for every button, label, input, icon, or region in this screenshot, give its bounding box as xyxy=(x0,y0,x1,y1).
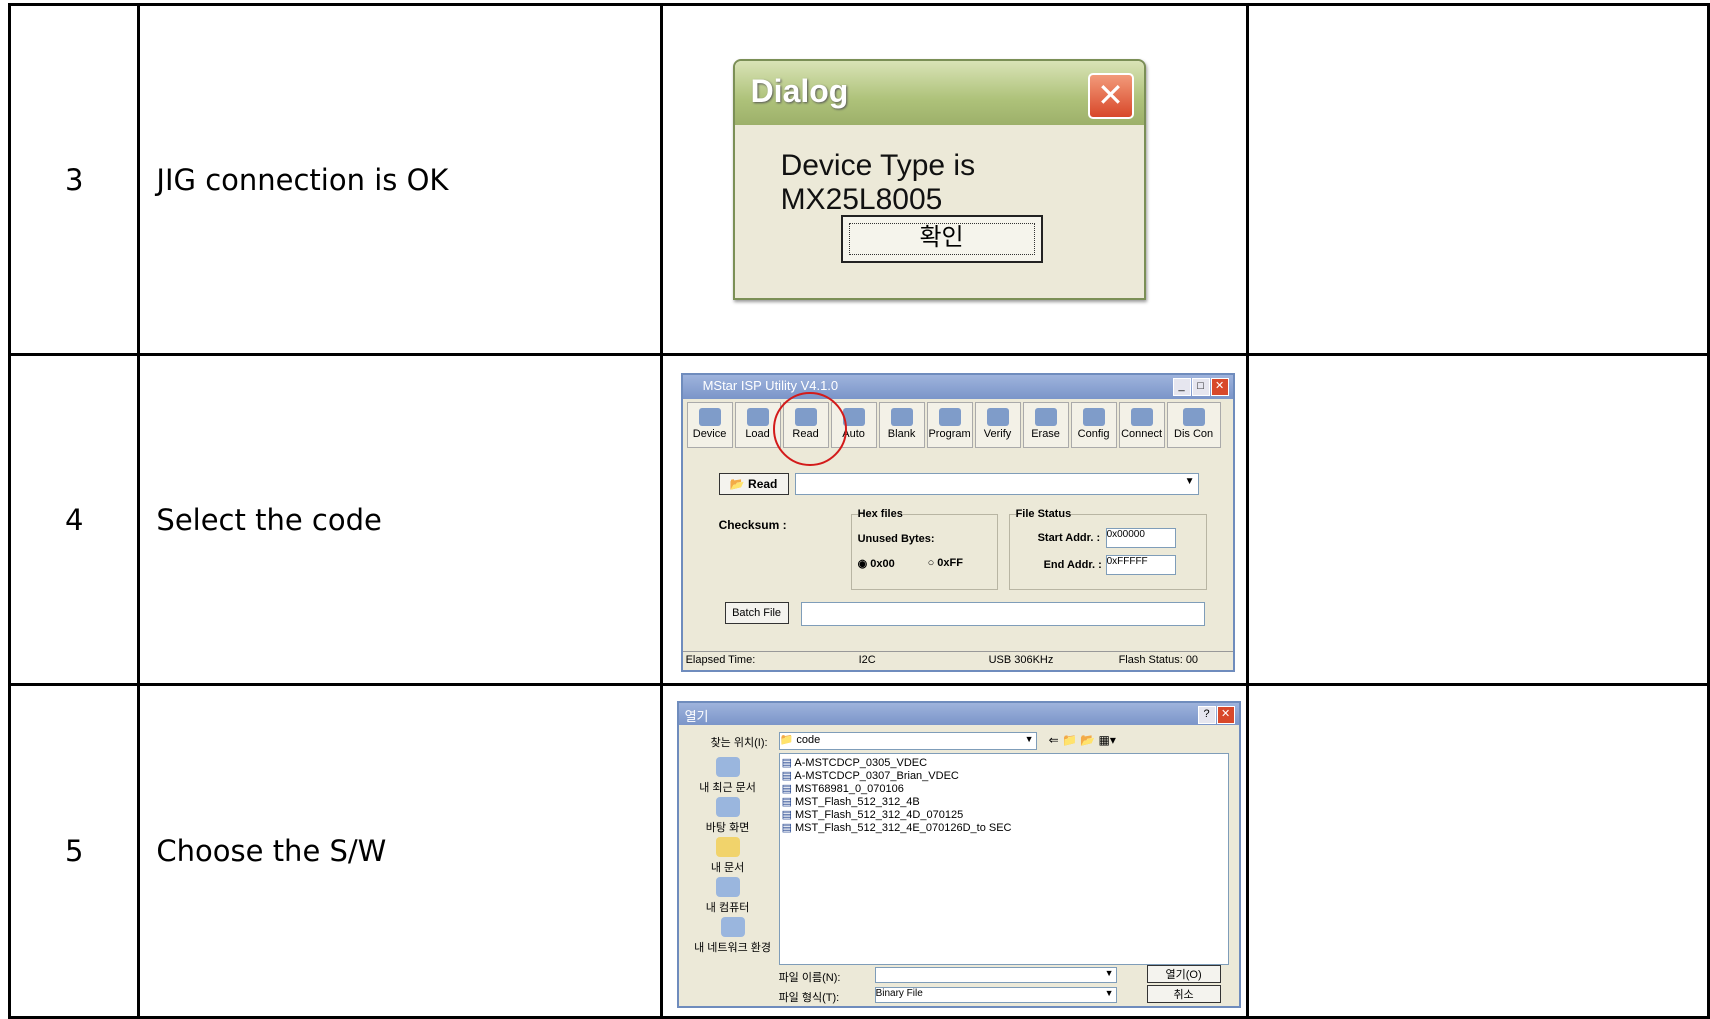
tool-config-button[interactable]: Config xyxy=(1070,402,1117,448)
flash-status: Flash Status: 00 xyxy=(1118,654,1199,666)
file-status-group: File Status Start Addr. : 0x00000 End Ad… xyxy=(1008,508,1207,590)
table-row: 4 Select the code MStar ISP Utility V4.1… xyxy=(7,353,1710,686)
highlight-circle xyxy=(772,392,847,466)
desktop-icon xyxy=(715,797,740,817)
erase-icon xyxy=(1034,408,1057,426)
notes-cell xyxy=(1246,353,1710,686)
batch-file-field[interactable] xyxy=(800,602,1205,626)
filename-label: 파일 이름(N): xyxy=(778,972,841,984)
close-icon[interactable]: ✕ xyxy=(1087,73,1134,119)
isp-title: MStar ISP Utility V4.1.0 xyxy=(702,378,839,393)
help-icon[interactable]: ? xyxy=(1197,706,1216,724)
read-button[interactable]: 📂 Read xyxy=(718,473,789,495)
sidebar-desktop[interactable]: 바탕 화면 xyxy=(683,797,773,835)
hex-files-label: Hex files xyxy=(857,508,903,520)
device-type-dialog: Dialog ✕ Device Type is MX25L8005 확인 xyxy=(732,59,1146,300)
file-status-label: File Status xyxy=(1015,508,1072,520)
unused-bytes-label: Unused Bytes: xyxy=(857,533,935,545)
checksum-label: Checksum : xyxy=(718,518,787,532)
start-addr-field[interactable]: 0x00000 xyxy=(1105,528,1176,548)
table-row: 5 Choose the S/W 열기 ? ✕ 찾는 위치(I): 📁 code… xyxy=(7,683,1710,1019)
filename-field[interactable]: ▼ xyxy=(874,967,1117,983)
step-description: Select the code xyxy=(137,353,663,686)
file-open-titlebar: 열기 ? ✕ xyxy=(678,703,1239,725)
steps-table: 3 JIG connection is OK Dialog ✕ Device T… xyxy=(7,3,1710,1019)
close-icon[interactable]: ✕ xyxy=(1216,706,1235,724)
sidebar-documents[interactable]: 내 문서 xyxy=(683,837,773,875)
verify-icon xyxy=(986,408,1009,426)
filetype-label: 파일 형식(T): xyxy=(778,992,840,1004)
tool-blank-button[interactable]: Blank xyxy=(878,402,925,448)
table-row: 3 JIG connection is OK Dialog ✕ Device T… xyxy=(7,3,1710,356)
load-icon xyxy=(746,408,769,426)
recent-icon xyxy=(715,757,740,777)
step-description: JIG connection is OK xyxy=(137,3,663,356)
tool-connect-button[interactable]: Connect xyxy=(1118,402,1165,448)
list-item[interactable]: MST_Flash_512_312_4D_070125 xyxy=(782,808,1226,821)
hex-files-group: Hex files Unused Bytes: ◉ 0x00 ○ 0xFF xyxy=(850,508,998,590)
tool-erase-button[interactable]: Erase xyxy=(1022,402,1069,448)
read-file-select[interactable]: ▼ xyxy=(794,473,1199,495)
close-icon[interactable]: ✕ xyxy=(1210,378,1229,396)
tool-device-button[interactable]: Device xyxy=(686,402,733,448)
sidebar-network[interactable]: 내 네트워크 환경 xyxy=(683,917,783,955)
end-addr-field[interactable]: 0xFFFFF xyxy=(1105,555,1176,575)
file-open-title: 열기 xyxy=(684,709,709,724)
radio-0xff[interactable]: ○ 0xFF xyxy=(928,557,963,569)
file-list[interactable]: A-MSTCDCP_0305_VDEC A-MSTCDCP_0307_Brian… xyxy=(778,753,1229,965)
batch-file-button[interactable]: Batch File xyxy=(724,602,789,624)
list-item[interactable]: A-MSTCDCP_0305_VDEC xyxy=(782,756,1226,769)
isp-utility-window: MStar ISP Utility V4.1.0 _ □ ✕ Device Lo… xyxy=(680,373,1235,672)
tool-verify-button[interactable]: Verify xyxy=(974,402,1021,448)
start-addr-label: Start Addr. : xyxy=(1037,532,1101,544)
folder-nav-icons[interactable]: ⇐ 📁 📂 ▦▾ xyxy=(1049,733,1116,747)
cancel-button[interactable]: 취소 xyxy=(1146,985,1221,1003)
screenshot-cell: 열기 ? ✕ 찾는 위치(I): 📁 code ▼ ⇐ 📁 📂 ▦▾ 내 최근 문… xyxy=(659,683,1250,1019)
blank-icon xyxy=(890,408,913,426)
maximize-icon[interactable]: □ xyxy=(1191,378,1210,396)
filetype-select[interactable]: Binary File ▼ xyxy=(874,987,1117,1003)
tool-program-button[interactable]: Program xyxy=(926,402,973,448)
step-description: Choose the S/W xyxy=(137,683,663,1019)
end-addr-label: End Addr. : xyxy=(1043,559,1102,571)
dialog-message: Device Type is MX25L8005 xyxy=(780,149,976,216)
list-item[interactable]: MST68981_0_070106 xyxy=(782,782,1226,795)
sidebar-recent[interactable]: 내 최근 문서 xyxy=(683,757,773,795)
ok-button[interactable]: 확인 xyxy=(840,215,1043,263)
list-item[interactable]: MST_Flash_512_312_4E_070126D_to SEC xyxy=(782,821,1226,834)
step-number: 5 xyxy=(7,683,141,1019)
program-icon xyxy=(938,408,961,426)
bus-status: I2C xyxy=(858,654,876,666)
look-in-label: 찾는 위치(I): xyxy=(710,737,768,749)
notes-cell xyxy=(1246,683,1710,1019)
screenshot-cell: Dialog ✕ Device Type is MX25L8005 확인 xyxy=(659,3,1250,356)
elapsed-time: Elapsed Time: xyxy=(685,654,756,666)
minimize-icon[interactable]: _ xyxy=(1172,378,1191,396)
network-icon xyxy=(720,917,745,937)
isp-titlebar: MStar ISP Utility V4.1.0 _ □ ✕ xyxy=(682,375,1233,399)
dialog-title: Dialog xyxy=(750,73,849,109)
computer-icon xyxy=(715,877,740,897)
file-open-dialog: 열기 ? ✕ 찾는 위치(I): 📁 code ▼ ⇐ 📁 📂 ▦▾ 내 최근 문… xyxy=(676,701,1241,1008)
dialog-titlebar: Dialog ✕ xyxy=(734,61,1144,125)
connect-icon xyxy=(1130,408,1153,426)
open-button[interactable]: 열기(O) xyxy=(1146,965,1221,983)
status-bar: Elapsed Time: I2C USB 306KHz Flash Statu… xyxy=(682,651,1233,670)
documents-icon xyxy=(715,837,740,857)
radio-0x00[interactable]: ◉ 0x00 xyxy=(858,557,895,570)
tool-disconnect-button[interactable]: Dis Con xyxy=(1166,402,1221,448)
disconnect-icon xyxy=(1182,408,1205,426)
config-icon xyxy=(1082,408,1105,426)
list-item[interactable]: A-MSTCDCP_0307_Brian_VDEC xyxy=(782,769,1226,782)
notes-cell xyxy=(1246,3,1710,356)
screenshot-cell: MStar ISP Utility V4.1.0 _ □ ✕ Device Lo… xyxy=(659,353,1250,686)
step-number: 3 xyxy=(7,3,141,356)
device-icon xyxy=(698,408,721,426)
sidebar-computer[interactable]: 내 컴퓨터 xyxy=(683,877,773,915)
usb-status: USB 306KHz xyxy=(988,654,1054,666)
list-item[interactable]: MST_Flash_512_312_4B xyxy=(782,795,1226,808)
look-in-select[interactable]: 📁 code ▼ xyxy=(778,732,1037,750)
step-number: 4 xyxy=(7,353,141,686)
